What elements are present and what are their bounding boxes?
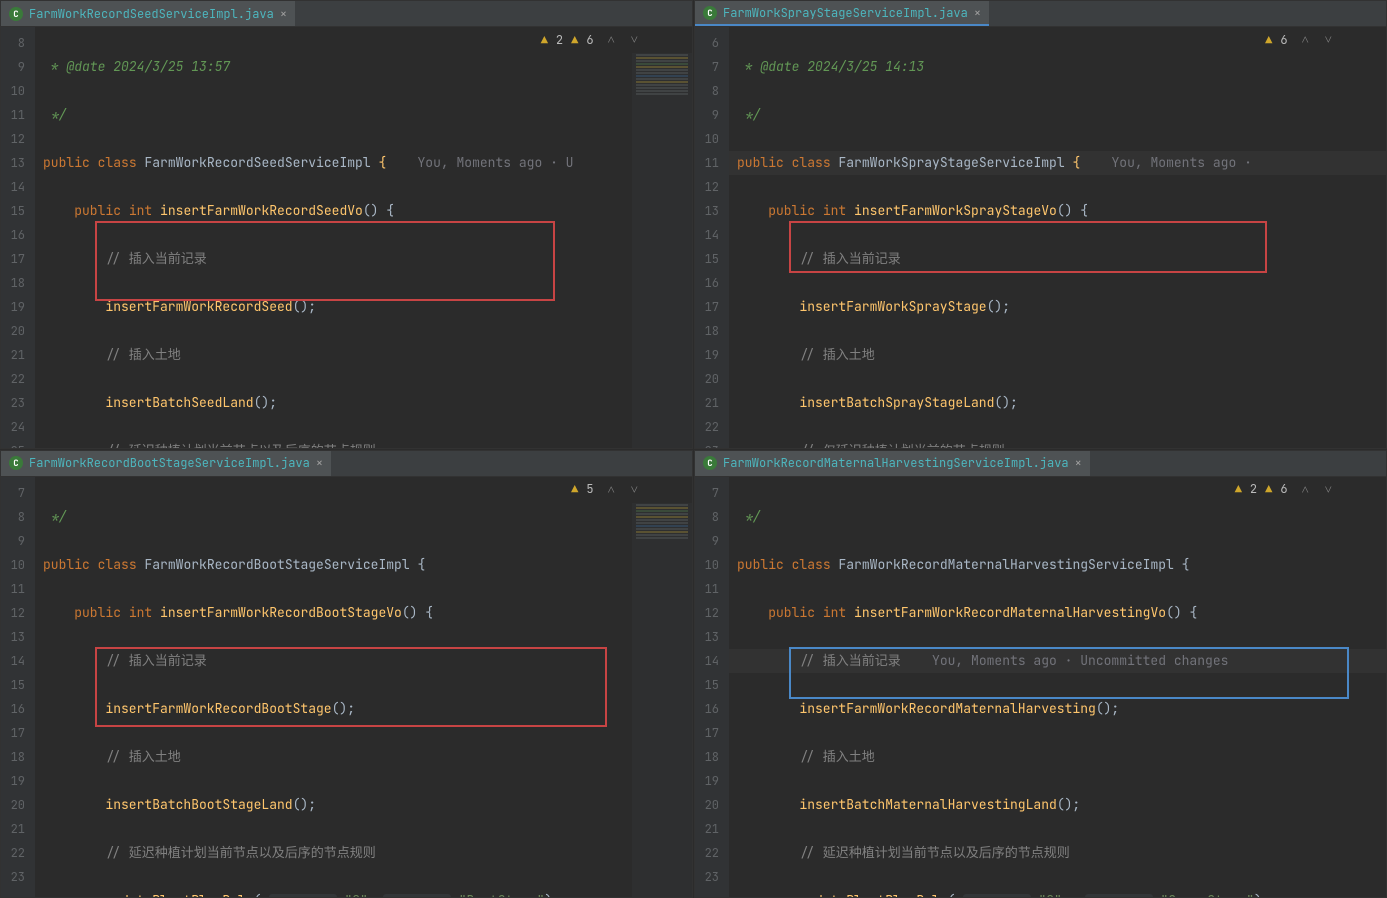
tab-bar: C FarmWorkRecordSeedServiceImpl.java ×: [1, 1, 692, 27]
warning-icon: ▲: [541, 32, 548, 48]
class-name: FarmWorkSprayStageServiceImpl: [838, 154, 1064, 171]
editor-pane-top-right: C FarmWorkSprayStageServiceImpl.java × ▲…: [694, 0, 1387, 449]
editor-pane-bottom-right: C FarmWorkRecordMaternalHarvestingServic…: [694, 450, 1387, 898]
tab-bar: C FarmWorkRecordBootStageServiceImpl.jav…: [1, 451, 692, 477]
java-class-icon: C: [9, 7, 23, 21]
nav-arrows-icon[interactable]: ˄ ˅: [608, 481, 642, 498]
tab-label: FarmWorkSprayStageServiceImpl.java: [723, 5, 968, 21]
vcs-annotation: You, Moments ago ·: [1111, 154, 1259, 171]
method-name: insertFarmWorkRecordBootStageVo: [160, 604, 402, 621]
inspection-summary[interactable]: ▲2 ▲6 ˄ ˅: [541, 31, 642, 48]
inspection-summary[interactable]: ▲5 ˄ ˅: [571, 481, 642, 498]
java-class-icon: C: [703, 456, 717, 470]
file-tab[interactable]: C FarmWorkRecordSeedServiceImpl.java ×: [1, 1, 295, 26]
nav-arrows-icon[interactable]: ˄ ˅: [1302, 481, 1336, 498]
file-tab[interactable]: C FarmWorkSprayStageServiceImpl.java ×: [695, 1, 989, 26]
method-name: insertFarmWorkRecordMaternalHarvestingVo: [854, 604, 1166, 621]
tab-bar: C FarmWorkSprayStageServiceImpl.java ×: [695, 1, 1386, 27]
class-name: FarmWorkRecordBootStageServiceImpl: [144, 556, 409, 573]
code-content[interactable]: */ public class FarmWorkRecordMaternalHa…: [729, 477, 1386, 898]
comment: // 插入当前记录: [105, 250, 206, 267]
warning-icon: ▲: [571, 481, 578, 497]
tab-label: FarmWorkRecordSeedServiceImpl.java: [29, 6, 274, 22]
doc-comment: */: [43, 106, 66, 123]
minimap[interactable]: [632, 503, 692, 898]
code-area[interactable]: 67891011121314151617181920212223 * @date…: [695, 27, 1386, 448]
warning-icon: ▲: [571, 32, 578, 48]
warning-icon: ▲: [1235, 481, 1242, 497]
close-icon[interactable]: ×: [974, 5, 981, 21]
minimap[interactable]: [632, 53, 692, 448]
warning-icon: ▲: [1265, 32, 1272, 48]
editor-pane-top-left: C FarmWorkRecordSeedServiceImpl.java × ▲…: [0, 0, 693, 449]
class-name: FarmWorkRecordMaternalHarvestingServiceI…: [838, 556, 1173, 573]
inspection-summary[interactable]: ▲6 ˄ ˅: [1265, 31, 1336, 48]
close-icon[interactable]: ×: [280, 6, 287, 22]
doc-comment: * @date 2024/3/25 14:13: [737, 58, 924, 75]
code-content[interactable]: */ public class FarmWorkRecordBootStageS…: [35, 477, 692, 898]
vcs-annotation: You, Moments ago · U: [417, 154, 573, 171]
vcs-annotation: You, Moments ago · Uncommitted changes: [932, 652, 1228, 669]
tab-label: FarmWorkRecordMaternalHarvestingServiceI…: [723, 455, 1069, 471]
line-gutter[interactable]: 7891011121314151617181920212223: [1, 477, 35, 898]
close-icon[interactable]: ×: [316, 455, 323, 471]
class-name: FarmWorkRecordSeedServiceImpl: [144, 154, 370, 171]
method-name: insertFarmWorkSprayStageVo: [854, 202, 1057, 219]
code-content[interactable]: * @date 2024/3/25 14:13 */ public class …: [729, 27, 1386, 448]
nav-arrows-icon[interactable]: ˄ ˅: [1302, 31, 1336, 48]
warning-icon: ▲: [1265, 481, 1272, 497]
code-content[interactable]: * @date 2024/3/25 13:57 */ public class …: [35, 27, 692, 448]
file-tab[interactable]: C FarmWorkRecordMaternalHarvestingServic…: [695, 451, 1090, 476]
java-class-icon: C: [703, 6, 717, 20]
doc-comment: * @date 2024/3/25 13:57: [43, 58, 230, 75]
line-gutter[interactable]: 8910111213141516171819202122232425: [1, 27, 35, 448]
inspection-summary[interactable]: ▲2 ▲6 ˄ ˅: [1235, 481, 1336, 498]
close-icon[interactable]: ×: [1075, 455, 1082, 471]
code-area[interactable]: 7891011121314151617181920212223 */ publi…: [1, 477, 692, 898]
nav-arrows-icon[interactable]: ˄ ˅: [608, 31, 642, 48]
line-gutter[interactable]: 7891011121314151617181920212223: [695, 477, 729, 898]
code-area[interactable]: 8910111213141516171819202122232425 * @da…: [1, 27, 692, 448]
code-area[interactable]: 7891011121314151617181920212223 */ publi…: [695, 477, 1386, 898]
tab-bar: C FarmWorkRecordMaternalHarvestingServic…: [695, 451, 1386, 477]
method-name: insertFarmWorkRecordSeedVo: [160, 202, 363, 219]
editor-pane-bottom-left: C FarmWorkRecordBootStageServiceImpl.jav…: [0, 450, 693, 898]
file-tab[interactable]: C FarmWorkRecordBootStageServiceImpl.jav…: [1, 451, 331, 476]
line-gutter[interactable]: 67891011121314151617181920212223: [695, 27, 729, 448]
java-class-icon: C: [9, 456, 23, 470]
tab-label: FarmWorkRecordBootStageServiceImpl.java: [29, 455, 310, 471]
